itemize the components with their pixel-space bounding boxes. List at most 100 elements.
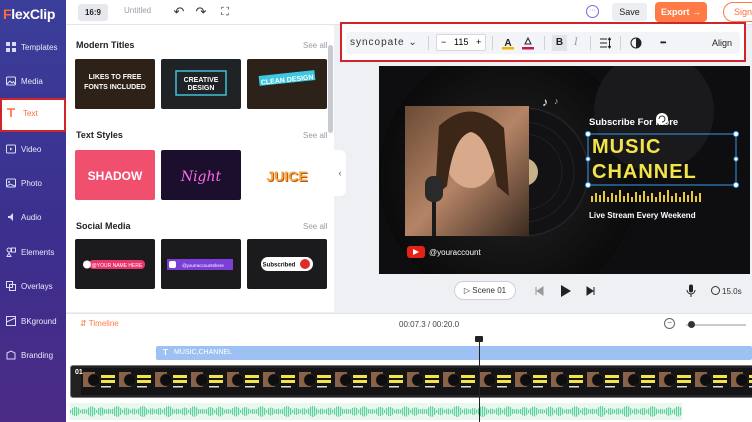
social-thumb[interactable]: @yourraccountshere	[161, 239, 241, 289]
sidebar-item-photo[interactable]: Photo	[0, 168, 66, 202]
panel-scrollbar[interactable]	[328, 45, 333, 133]
sign-in-button[interactable]: Sign	[723, 2, 752, 22]
sidebar-item-elements[interactable]: Elements	[0, 237, 66, 271]
highlight-color-icon[interactable]	[522, 36, 534, 50]
video-frame-thumb	[549, 368, 585, 395]
see-all-link[interactable]: See all	[303, 222, 327, 231]
font-select[interactable]: syncopate ⌄	[350, 35, 418, 51]
next-icon[interactable]	[586, 286, 596, 296]
template-preview: CLEAN DESIGN	[247, 59, 327, 109]
line-spacing-icon[interactable]	[599, 37, 611, 49]
timeline-toggle[interactable]: ⇵ Timeline	[80, 319, 119, 328]
zoom-slider-knob[interactable]	[688, 321, 695, 328]
sidebar-item-label: BKground	[21, 317, 57, 326]
project-title-input[interactable]: Untitled	[124, 6, 151, 15]
text-style-preview: JUICEJUICE	[266, 168, 308, 185]
elements-icon	[6, 247, 16, 257]
see-all-link[interactable]: See all	[303, 41, 327, 50]
text-style-thumb[interactable]: Night	[161, 150, 241, 200]
text-icon	[7, 108, 15, 117]
scene-duration[interactable]: 15.0s	[711, 286, 742, 296]
more-options-button[interactable]: •••	[660, 35, 666, 51]
toolbar-divider	[492, 36, 493, 50]
flexclip-logo[interactable]: FlexClip	[3, 6, 55, 22]
align-button[interactable]: Align	[712, 35, 732, 51]
microphone-icon[interactable]	[686, 284, 696, 298]
clip-number: 01	[75, 369, 83, 376]
play-icon[interactable]	[560, 284, 572, 298]
sidebar-item-text[interactable]: Text	[0, 98, 66, 132]
background-icon	[6, 316, 16, 326]
collapse-panel-button[interactable]: ‹	[334, 150, 346, 196]
svg-text:@yourraccountshere: @yourraccountshere	[182, 263, 224, 268]
text-color-icon[interactable]: A	[502, 36, 514, 50]
previous-icon[interactable]	[534, 286, 544, 296]
text-track[interactable]: T MUSIC,CHANNEL	[156, 346, 752, 360]
sidebar-item-templates[interactable]: Templates	[0, 32, 66, 66]
svg-text:Subscribed: Subscribed	[263, 263, 296, 269]
video-track[interactable]: 01	[70, 365, 752, 398]
sidebar-item-bkground[interactable]: BKground	[0, 306, 66, 340]
video-frame-thumb	[729, 368, 752, 395]
redo-icon[interactable]: ↷	[194, 5, 208, 19]
text-style-thumb[interactable]: JUICE JUICE	[247, 150, 327, 200]
sidebar-item-overlays[interactable]: Overlays	[0, 271, 66, 305]
social-thumb[interactable]: Subscribed	[247, 239, 327, 289]
export-button[interactable]: Export →	[655, 2, 707, 22]
bold-button[interactable]: B	[552, 35, 567, 51]
section-title: Text Styles	[76, 130, 123, 140]
audio-waveform	[70, 406, 682, 417]
sidebar-item-label: Elements	[21, 248, 55, 257]
sidebar-item-label: Templates	[21, 43, 58, 52]
template-thumb[interactable]: LIKES TO FREE FONTS INCLUDED	[75, 59, 155, 109]
see-all-link[interactable]: See all	[303, 131, 327, 140]
size-decrease-button[interactable]: −	[441, 37, 446, 47]
audio-track[interactable]	[70, 403, 682, 420]
toolbar-divider	[544, 36, 545, 50]
sidebar-item-video[interactable]: Video	[0, 134, 66, 168]
sidebar: FlexClip Templates Media Text Video Phot…	[0, 0, 66, 422]
svg-text:CREATIVE: CREATIVE	[184, 77, 219, 84]
template-preview: CREATIVEDESIGN	[161, 59, 241, 109]
template-preview: LIKES TO FREE FONTS INCLUDED	[75, 59, 155, 109]
text-style-preview: SHADOW	[88, 169, 143, 183]
sidebar-item-label: Photo	[21, 179, 42, 188]
chat-icon[interactable]: ···	[586, 5, 599, 18]
font-size-stepper[interactable]: − 115 +	[436, 34, 486, 51]
section-title: Modern Titles	[76, 40, 135, 50]
zoom-out-icon[interactable]: −	[664, 318, 675, 329]
video-frame-thumb	[333, 368, 369, 395]
social-thumb[interactable]: @YOUR NAME HERE	[75, 239, 155, 289]
playhead[interactable]	[479, 338, 480, 422]
fullscreen-icon[interactable]: ⛶	[218, 5, 232, 19]
title-line-2: CHANNEL	[592, 161, 697, 183]
templates-icon	[6, 42, 16, 52]
video-frame-thumb	[261, 368, 297, 395]
size-increase-button[interactable]: +	[476, 37, 481, 47]
scene-button[interactable]: ▷ Scene 01	[454, 281, 516, 300]
clock-icon	[711, 286, 720, 295]
zoom-slider[interactable]	[686, 324, 746, 326]
video-frame-thumb	[477, 368, 513, 395]
sidebar-item-audio[interactable]: Audio	[0, 202, 66, 236]
undo-icon[interactable]: ↶	[172, 5, 186, 19]
opacity-icon[interactable]	[630, 37, 642, 49]
text-style-thumb[interactable]: SHADOW	[75, 150, 155, 200]
video-frame-thumb	[189, 368, 225, 395]
template-thumb[interactable]: CREATIVE DESIGN	[161, 59, 241, 109]
video-frame-thumb	[621, 368, 657, 395]
save-button[interactable]: Save	[612, 3, 647, 21]
text-track-label: MUSIC,CHANNEL	[174, 349, 232, 356]
sidebar-item-label: Branding	[21, 351, 54, 360]
sidebar-item-media[interactable]: Media	[0, 66, 66, 100]
toolbar-divider	[428, 36, 429, 50]
video-canvas[interactable]: ♪ ♪ Subscribe For More MUSIC CHANNEL Liv…	[379, 66, 750, 274]
aspect-ratio-button[interactable]: 16:9	[78, 4, 108, 21]
italic-button[interactable]: I	[574, 35, 578, 51]
template-thumb[interactable]: CLEAN DESIGN	[247, 59, 327, 109]
sidebar-item-branding[interactable]: Branding	[0, 340, 66, 374]
video-icon	[6, 144, 16, 154]
text-toolbar: syncopate ⌄ − 115 + A B I ••• Align	[340, 22, 746, 62]
font-size-value[interactable]: 115	[454, 37, 468, 47]
text-style-preview: Night	[180, 169, 222, 185]
